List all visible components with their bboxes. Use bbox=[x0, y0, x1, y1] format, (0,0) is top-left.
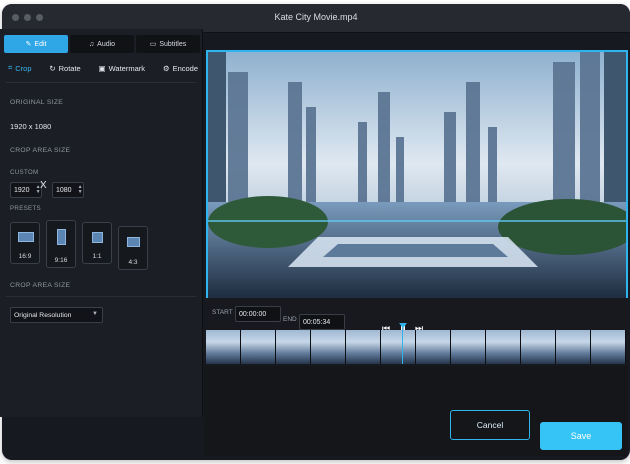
preset-1-1[interactable]: 1:1 bbox=[82, 222, 112, 264]
crop-width-stepper[interactable]: 1920 ▲ ▼ bbox=[10, 182, 42, 198]
start-label: START bbox=[212, 309, 233, 316]
frame-thumbnail bbox=[556, 330, 591, 364]
subtitles-icon: ▭ bbox=[149, 41, 157, 48]
frame-thumbnail bbox=[451, 330, 486, 364]
encode-icon: ⚙ bbox=[162, 63, 170, 73]
original-size-value: 1920 x 1080 bbox=[10, 122, 52, 131]
crop-height-stepper[interactable]: 1080 ▲ ▼ bbox=[52, 182, 84, 198]
aspect-16-9-icon bbox=[18, 232, 34, 242]
chevron-down-icon: ▼ bbox=[92, 311, 98, 317]
preset-9-16[interactable]: 9:16 bbox=[46, 220, 76, 268]
window-title: Kate City Movie.mp4 bbox=[274, 12, 358, 22]
custom-label: CUSTOM bbox=[10, 169, 39, 176]
frame-thumbnail bbox=[276, 330, 311, 364]
frame-thumbnail bbox=[591, 330, 626, 364]
tab-subtitles[interactable]: ▭ Subtitles bbox=[136, 35, 200, 53]
tool-crop-label: Crop bbox=[15, 63, 32, 73]
playhead[interactable] bbox=[402, 326, 403, 364]
presets-label: PRESETS bbox=[10, 205, 41, 212]
tool-watermark-label: Watermark bbox=[108, 63, 146, 73]
tab-subtitles-label: Subtitles bbox=[159, 40, 187, 48]
tool-watermark[interactable]: ▣ Watermark bbox=[99, 63, 145, 73]
frame-thumbnail bbox=[381, 330, 416, 364]
playhead-handle[interactable] bbox=[399, 323, 407, 328]
end-time-field[interactable]: 00:05:34 bbox=[299, 314, 345, 330]
tool-bar: ⌗ Crop ↻ Rotate ▣ Watermark ⚙ Encode bbox=[8, 63, 198, 73]
dimension-separator: X bbox=[40, 180, 47, 191]
save-button[interactable]: Save bbox=[540, 422, 622, 450]
tab-audio[interactable]: ♫ Audio bbox=[70, 35, 134, 53]
stepper-arrows-icon[interactable]: ▲ ▼ bbox=[78, 185, 83, 195]
tab-audio-label: Audio bbox=[97, 40, 116, 48]
tool-encode-label: Encode bbox=[172, 63, 198, 73]
frame-thumbnail bbox=[416, 330, 451, 364]
tool-rotate-label: Rotate bbox=[58, 63, 81, 73]
preset-4-3[interactable]: 4:3 bbox=[118, 226, 148, 270]
aspect-9-16-icon bbox=[57, 229, 66, 245]
city-scene-image bbox=[208, 52, 626, 300]
resolution-value: Original Resolution bbox=[14, 311, 72, 319]
edit-icon: ✎ bbox=[25, 41, 32, 48]
divider bbox=[6, 296, 196, 297]
preset-label: 1:1 bbox=[92, 253, 102, 260]
aspect-1-1-icon bbox=[92, 232, 103, 243]
video-preview[interactable] bbox=[206, 50, 628, 302]
timeline[interactable] bbox=[206, 323, 626, 364]
divider bbox=[6, 82, 196, 83]
end-label: END bbox=[283, 316, 297, 323]
crop-width-value: 1920 bbox=[14, 186, 30, 194]
preset-label: 16:9 bbox=[18, 253, 32, 260]
cancel-button[interactable]: Cancel bbox=[450, 410, 530, 440]
crop-height-value: 1080 bbox=[56, 186, 72, 194]
audio-icon: ♫ bbox=[88, 40, 95, 48]
tool-encode[interactable]: ⚙ Encode bbox=[163, 63, 198, 73]
crop-area-size-label: CROP AREA SIZE bbox=[10, 147, 71, 154]
end-time-value: 00:05:34 bbox=[303, 318, 331, 326]
frame-thumbnail bbox=[311, 330, 346, 364]
frame-thumbnail bbox=[486, 330, 521, 364]
filmstrip bbox=[206, 330, 626, 364]
preset-label: 9:16 bbox=[54, 257, 68, 264]
frame-thumbnail bbox=[241, 330, 276, 364]
frame-thumbnail bbox=[521, 330, 556, 364]
original-size-label: ORIGINAL SIZE bbox=[10, 99, 64, 106]
tab-edit[interactable]: ✎ Edit bbox=[4, 35, 68, 53]
panel-tabs: ✎ Edit ♫ Audio ▭ Subtitles bbox=[4, 35, 200, 53]
watermark-icon: ▣ bbox=[98, 63, 106, 73]
tool-crop[interactable]: ⌗ Crop bbox=[8, 63, 32, 73]
crop-icon: ⌗ bbox=[8, 63, 13, 72]
preset-label: 4:3 bbox=[128, 259, 138, 266]
preset-16-9[interactable]: 16:9 bbox=[10, 222, 40, 264]
resolution-select[interactable]: Original Resolution ▼ bbox=[10, 307, 103, 323]
start-time-field[interactable]: 00:00:00 bbox=[235, 306, 281, 322]
frame-thumbnail bbox=[346, 330, 381, 364]
tool-rotate[interactable]: ↻ Rotate bbox=[49, 63, 80, 73]
tab-edit-label: Edit bbox=[34, 40, 47, 48]
frame-thumbnail bbox=[206, 330, 241, 364]
rotate-icon: ↻ bbox=[49, 63, 56, 73]
crop-area-size-label-2: CROP AREA SIZE bbox=[10, 282, 71, 289]
start-time-value: 00:00:00 bbox=[239, 310, 267, 318]
aspect-4-3-icon bbox=[127, 237, 140, 247]
